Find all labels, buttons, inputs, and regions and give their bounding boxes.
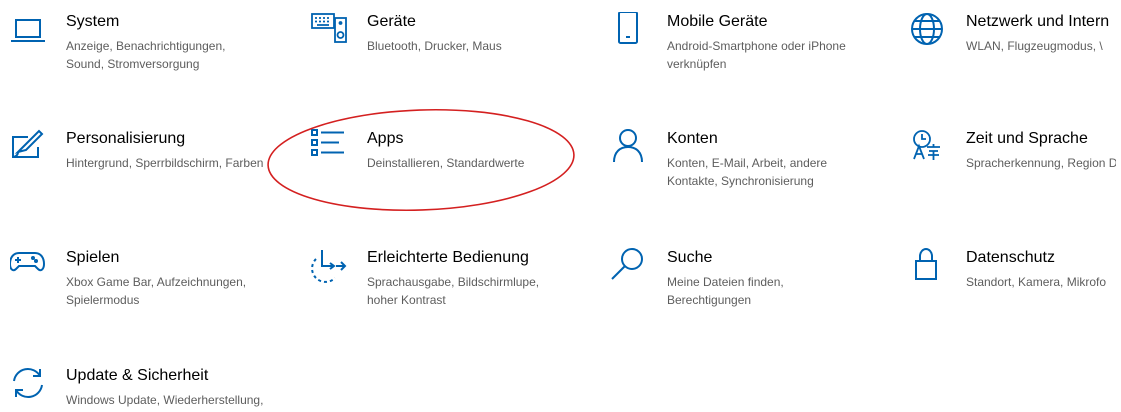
tile-title: System bbox=[66, 13, 120, 30]
time-language-icon bbox=[910, 129, 950, 169]
tile-phone[interactable]: Mobile Geräte Android-Smartphone oder iP… bbox=[611, 12, 901, 102]
tile-description: Hintergrund, Sperrbildschirm, Farben bbox=[66, 156, 264, 170]
tile-description: Konten, E-Mail, Arbeit, andere Kontakte,… bbox=[667, 156, 828, 188]
tile-system[interactable]: System Anzeige, Benachrichtigungen, Soun… bbox=[10, 12, 300, 102]
tile-ease-of-access[interactable]: Erleichterte Bedienung Sprachausgabe, Bi… bbox=[311, 248, 601, 338]
sync-icon bbox=[10, 366, 50, 406]
tile-title: Datenschutz bbox=[966, 249, 1055, 266]
tile-title: Update & Sicherheit bbox=[66, 367, 209, 384]
tile-title: Spielen bbox=[66, 249, 120, 266]
ease-of-access-icon bbox=[311, 248, 351, 288]
tile-accounts[interactable]: Konten Konten, E-Mail, Arbeit, andere Ko… bbox=[611, 129, 901, 219]
tile-apps[interactable]: Apps Deinstallieren, Standardwerte bbox=[311, 129, 601, 219]
phone-icon bbox=[611, 12, 651, 52]
tile-description: Sprachausgabe, Bildschirmlupe, hoher Kon… bbox=[367, 275, 540, 307]
tile-title: Apps bbox=[367, 130, 404, 147]
laptop-icon bbox=[10, 12, 50, 52]
person-icon bbox=[611, 129, 651, 169]
apps-list-icon bbox=[311, 129, 351, 169]
tile-description: Android-Smartphone oder iPhone verknüpfe… bbox=[667, 39, 846, 71]
globe-icon bbox=[910, 12, 950, 52]
tile-description: Anzeige, Benachrichtigungen, Sound, Stro… bbox=[66, 39, 226, 71]
tile-title: Geräte bbox=[367, 13, 416, 30]
tile-description: Standort, Kamera, Mikrofo bbox=[966, 275, 1107, 289]
tile-devices[interactable]: Geräte Bluetooth, Drucker, Maus bbox=[311, 12, 601, 102]
search-icon bbox=[611, 248, 651, 288]
gamepad-icon bbox=[10, 248, 50, 288]
tile-description: Spracherkennung, Region Datum bbox=[966, 156, 1116, 170]
paint-brush-icon bbox=[10, 129, 50, 169]
tile-update-security[interactable]: Update & Sicherheit Windows Update, Wied… bbox=[10, 366, 300, 412]
tile-title: Personalisierung bbox=[66, 130, 186, 147]
tile-description: Windows Update, Wiederherstellung, Siche… bbox=[66, 393, 264, 412]
tile-network[interactable]: Netzwerk und Intern WLAN, Flugzeugmodus,… bbox=[910, 12, 1121, 102]
tile-description: Deinstallieren, Standardwerte bbox=[367, 156, 525, 170]
lock-icon bbox=[910, 248, 950, 288]
tile-description: Bluetooth, Drucker, Maus bbox=[367, 39, 502, 53]
tile-title: Konten bbox=[667, 130, 718, 147]
tile-search[interactable]: Suche Meine Dateien finden, Berechtigung… bbox=[611, 248, 901, 338]
tile-title: Suche bbox=[667, 249, 713, 266]
tile-description: WLAN, Flugzeugmodus, \ bbox=[966, 39, 1103, 53]
tile-title: Netzwerk und Intern bbox=[966, 13, 1110, 30]
tile-gaming[interactable]: Spielen Xbox Game Bar, Aufzeichnungen, S… bbox=[10, 248, 300, 338]
tile-privacy[interactable]: Datenschutz Standort, Kamera, Mikrofo bbox=[910, 248, 1121, 338]
tile-time-language[interactable]: Zeit und Sprache Spracherkennung, Region… bbox=[910, 129, 1121, 219]
tile-title: Mobile Geräte bbox=[667, 13, 768, 30]
tile-description: Meine Dateien finden, Berechtigungen bbox=[667, 275, 784, 307]
tile-description: Xbox Game Bar, Aufzeichnungen, Spielermo… bbox=[66, 275, 247, 307]
tile-personalization[interactable]: Personalisierung Hintergrund, Sperrbilds… bbox=[10, 129, 300, 219]
keyboard-speaker-icon bbox=[311, 12, 351, 52]
tile-title: Erleichterte Bedienung bbox=[367, 249, 529, 266]
tile-title: Zeit und Sprache bbox=[966, 130, 1088, 147]
